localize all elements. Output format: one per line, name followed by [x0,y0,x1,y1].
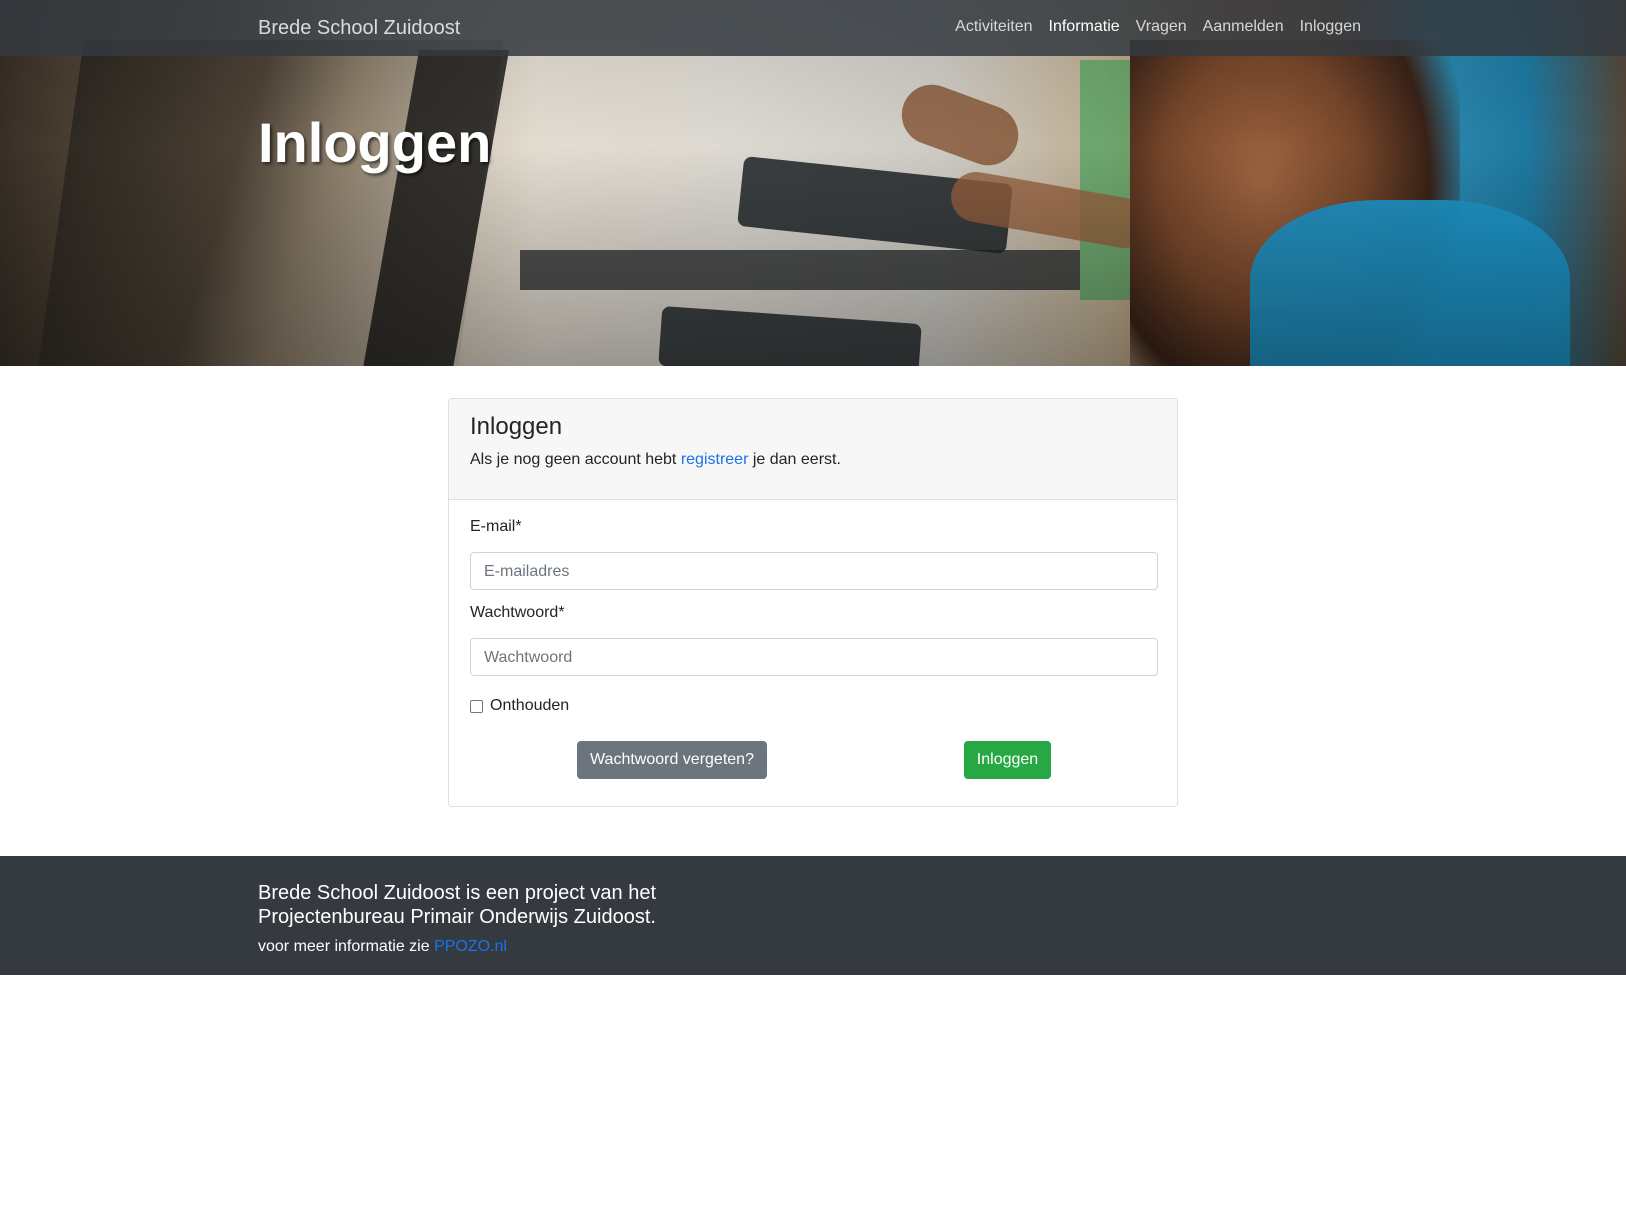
nav-item-informatie[interactable]: Informatie [1049,18,1120,36]
password-placeholder: Wachtwoord [484,649,573,666]
email-placeholder: E-mailadres [484,563,570,580]
remember-checkbox[interactable] [470,699,483,713]
nav-item-inloggen[interactable]: Inloggen [1300,18,1361,36]
forgot-password-button[interactable]: Wachtwoord vergeten? [577,741,767,779]
email-label: E-mail* [470,518,522,535]
page-footer: Brede School Zuidoost is een project van… [0,856,1626,975]
password-field[interactable]: Wachtwoord [470,638,1158,676]
register-link[interactable]: registreer [681,451,749,468]
top-navbar: Brede School Zuidoost Activiteiten Infor… [0,0,1626,56]
footer-info-prefix: voor meer informatie zie [258,938,435,955]
password-label: Wachtwoord* [470,604,565,621]
email-field[interactable]: E-mailadres [470,552,1158,590]
footer-info: voor meer informatie zie PPOZO.nl [258,938,507,956]
login-card-header: Inloggen Als je nog geen account hebt re… [449,399,1177,500]
login-button[interactable]: Inloggen [964,741,1051,779]
register-hint-after: je dan eerst. [748,451,841,468]
brand-link[interactable]: Brede School Zuidoost [258,17,460,40]
ppozo-link[interactable]: PPOZO.nl [434,938,507,955]
register-hint-before: Als je nog geen account hebt [470,451,681,468]
hero-title: Inloggen [258,111,492,174]
remember-label[interactable]: Onthouden [490,697,569,715]
nav-item-activiteiten[interactable]: Activiteiten [955,18,1032,36]
remember-checkbox-row[interactable]: Onthouden [470,697,569,715]
footer-text: Brede School Zuidoost is een project van… [258,882,657,928]
login-card: Inloggen Als je nog geen account hebt re… [448,398,1178,807]
login-card-title: Inloggen [470,413,563,440]
register-hint: Als je nog geen account hebt registreer … [470,451,841,469]
nav-item-aanmelden[interactable]: Aanmelden [1203,18,1284,36]
nav-item-vragen[interactable]: Vragen [1136,18,1187,36]
nav-menu: Activiteiten Informatie Vragen Aanmelden… [955,18,1361,36]
